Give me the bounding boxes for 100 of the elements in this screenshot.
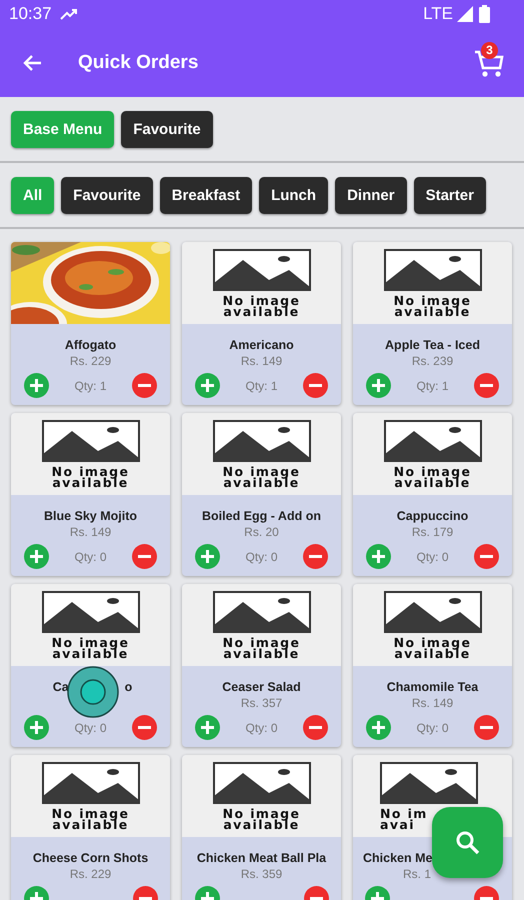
- add-icon[interactable]: [194, 715, 220, 740]
- battery-icon: [479, 5, 490, 23]
- no-image-icon: [212, 591, 310, 633]
- quantity-label: Qty: 0: [74, 550, 106, 564]
- remove-icon[interactable]: [132, 373, 158, 398]
- item-name: Boiled Egg - Add on: [202, 509, 321, 525]
- add-icon[interactable]: [24, 715, 48, 740]
- product-card[interactable]: No image available Ceaser Salad Rs. 357 Qty: 0: [182, 584, 341, 747]
- item-name: o: [124, 680, 132, 696]
- remove-icon[interactable]: [474, 544, 500, 569]
- no-image-icon: [212, 420, 310, 462]
- placeholder-text: No image: [394, 637, 472, 648]
- item-price: Rs. 357: [240, 696, 282, 712]
- cart-icon[interactable]: [474, 48, 504, 78]
- add-icon[interactable]: [194, 373, 220, 398]
- category-chip[interactable]: Lunch: [259, 177, 328, 214]
- item-name: Chamomile Tea: [386, 680, 478, 696]
- remove-icon[interactable]: [303, 544, 328, 569]
- remove-icon[interactable]: [474, 373, 500, 398]
- item-name: Cheese Corn Shots: [32, 851, 148, 867]
- no-image-icon: [42, 420, 140, 462]
- no-image-icon: [42, 591, 140, 633]
- add-icon[interactable]: [194, 544, 220, 569]
- remove-icon[interactable]: [303, 373, 328, 398]
- item-price: Rs. 239: [412, 354, 454, 370]
- remove-icon[interactable]: [132, 544, 158, 569]
- placeholder-text: available: [52, 648, 129, 659]
- product-card[interactable]: No image available Cappuccino Rs. 179 Qty: 0: [353, 413, 512, 576]
- category-chip[interactable]: Dinner: [335, 177, 407, 214]
- placeholder-text: No image: [394, 295, 472, 306]
- item-price: Rs. 179: [412, 525, 454, 541]
- placeholder-text: avai: [380, 819, 415, 830]
- status-time: 10:37: [9, 4, 52, 24]
- cart-count-badge: 3: [481, 42, 498, 58]
- no-image-icon: [212, 762, 310, 804]
- item-name: Ceaser Salad: [222, 680, 301, 696]
- product-card[interactable]: No image available Americano Rs. 149 Qty: 1: [182, 242, 341, 405]
- item-price: Rs. 149: [412, 696, 454, 712]
- placeholder-text: available: [394, 306, 471, 317]
- category-chip[interactable]: Breakfast: [160, 177, 252, 214]
- product-card[interactable]: No image available Chamomile Tea Rs. 149 Qty: 0: [353, 584, 512, 747]
- product-card[interactable]: No image available Cheese Corn Shots Rs. 229: [11, 755, 170, 900]
- item-name: Cappuccino: [396, 509, 468, 525]
- item-name: Apple Tea - Iced: [385, 338, 480, 354]
- placeholder-text: No image: [52, 637, 130, 648]
- no-image-icon: [42, 762, 140, 804]
- placeholder-text: available: [52, 477, 129, 488]
- item-name: Chicken Me: [362, 851, 432, 867]
- add-icon[interactable]: [366, 544, 390, 569]
- quantity-label: Qty: 1: [74, 378, 106, 392]
- item-price: Rs. 359: [240, 867, 282, 883]
- category-chip[interactable]: Starter: [414, 177, 486, 214]
- category-chip[interactable]: Favourite: [61, 177, 153, 214]
- no-image-icon: [384, 591, 482, 633]
- placeholder-text: No image: [222, 295, 300, 306]
- quantity-label: Qty: 0: [416, 550, 448, 564]
- quantity-label: Qty: 0: [245, 720, 278, 734]
- quantity-label: Qty: 0: [416, 720, 448, 734]
- product-card[interactable]: No image available Apple Tea - Iced Rs. 239 Qty: 1: [353, 242, 512, 405]
- add-icon[interactable]: [24, 544, 48, 569]
- quantity-label: Qty: 1: [416, 378, 448, 392]
- placeholder-text: available: [223, 648, 300, 659]
- no-image-icon: [212, 249, 310, 291]
- product-card[interactable]: No image available Blue Sky Mojito Rs. 149 Qty: 0: [11, 413, 170, 576]
- screen-title: Quick Orders: [78, 52, 200, 74]
- item-price: Rs. 1: [402, 867, 432, 883]
- placeholder-text: available: [394, 477, 471, 488]
- product-card[interactable]: Affogato Rs. 229 Qty: 1: [11, 242, 170, 405]
- add-icon[interactable]: [366, 715, 390, 740]
- network-label: LTE: [423, 4, 453, 24]
- product-card[interactable]: No image available Chicken Meat Ball Pla Rs. 359: [182, 755, 341, 900]
- placeholder-text: No image: [222, 808, 300, 819]
- placeholder-text: No image: [394, 466, 472, 477]
- placeholder-text: No image: [222, 466, 300, 477]
- item-price: Rs. 229: [70, 354, 112, 370]
- placeholder-text: available: [223, 819, 300, 830]
- item-name: Americano: [229, 338, 294, 354]
- remove-icon[interactable]: [303, 715, 328, 740]
- placeholder-text: available: [52, 819, 129, 830]
- product-card[interactable]: No image available Boiled Egg - Add on Rs. 20 Qty: 0: [182, 413, 341, 576]
- menu-tab[interactable]: Favourite: [121, 111, 213, 148]
- placeholder-text: available: [223, 306, 300, 317]
- remove-icon[interactable]: [474, 715, 500, 740]
- item-name: Blue Sky Mojito: [44, 509, 138, 525]
- no-image-icon: [384, 249, 482, 291]
- quantity-label: Qty: 0: [74, 720, 106, 734]
- remove-icon[interactable]: [132, 715, 158, 740]
- add-icon[interactable]: [24, 373, 48, 398]
- placeholder-text: No image: [52, 808, 130, 819]
- quantity-label: Qty: 1: [245, 378, 278, 392]
- search-icon: [454, 830, 480, 856]
- no-image-icon: [384, 420, 482, 462]
- placeholder-text: No image: [222, 637, 300, 648]
- item-name: Chicken Meat Ball Pla: [196, 851, 326, 867]
- search-button[interactable]: [432, 807, 503, 878]
- item-price: Rs. 149: [240, 354, 282, 370]
- item-price: Rs. 20: [244, 525, 279, 541]
- add-icon[interactable]: [366, 373, 390, 398]
- placeholder-text: available: [394, 648, 471, 659]
- back-arrow-icon[interactable]: [22, 54, 42, 72]
